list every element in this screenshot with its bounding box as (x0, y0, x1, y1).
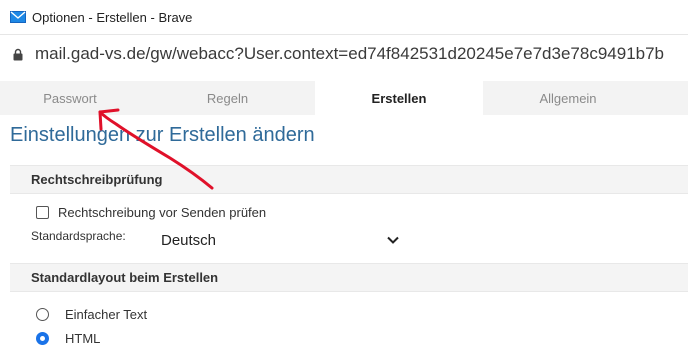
tab-allgemein[interactable]: Allgemein (483, 81, 653, 115)
chevron-down-icon (387, 236, 399, 244)
layout-option-plain[interactable]: Einfacher Text (36, 307, 147, 322)
radio-plain-text[interactable] (36, 308, 49, 321)
tab-erstellen[interactable]: Erstellen (315, 81, 483, 115)
address-bar[interactable]: mail.gad-vs.de/gw/webacc?User.context=ed… (0, 35, 688, 73)
url-text[interactable]: mail.gad-vs.de/gw/webacc?User.context=ed… (35, 44, 685, 64)
tab-label: Erstellen (371, 90, 427, 106)
mail-icon (10, 11, 26, 23)
lock-icon[interactable] (13, 48, 23, 61)
tab-passwort[interactable]: Passwort (0, 81, 140, 115)
tab-regeln[interactable]: Regeln (140, 81, 315, 115)
language-label: Standardsprache: (31, 229, 126, 243)
spellcheck-checkbox[interactable] (36, 206, 49, 219)
page-title: Einstellungen zur Erstellen ändern (10, 124, 315, 146)
section-spellcheck-header: Rechtschreibprüfung (10, 165, 688, 194)
radio-html-label[interactable]: HTML (65, 331, 100, 346)
settings-tabs: Passwort Regeln Erstellen Allgemein (0, 81, 688, 115)
tab-label: Regeln (206, 90, 249, 106)
window-title: Optionen - Erstellen - Brave (32, 9, 193, 25)
language-select[interactable]: Deutsch (150, 227, 410, 253)
spellcheck-checkbox-label[interactable]: Rechtschreibung vor Senden prüfen (58, 205, 266, 220)
layout-option-html[interactable]: HTML (36, 331, 100, 346)
spellcheck-option[interactable]: Rechtschreibung vor Senden prüfen (36, 205, 266, 220)
tab-label: Allgemein (539, 90, 597, 106)
radio-html[interactable] (36, 332, 49, 345)
browser-title-bar: Optionen - Erstellen - Brave (0, 0, 688, 35)
tab-label: Passwort (43, 90, 97, 106)
section-heading: Rechtschreibprüfung (31, 172, 163, 187)
section-heading: Standardlayout beim Erstellen (31, 270, 219, 285)
radio-plain-text-label[interactable]: Einfacher Text (65, 307, 147, 322)
language-label-text: Standardsprache: (31, 229, 126, 243)
section-layout-header: Standardlayout beim Erstellen (10, 263, 688, 292)
language-select-value: Deutsch (161, 231, 217, 249)
